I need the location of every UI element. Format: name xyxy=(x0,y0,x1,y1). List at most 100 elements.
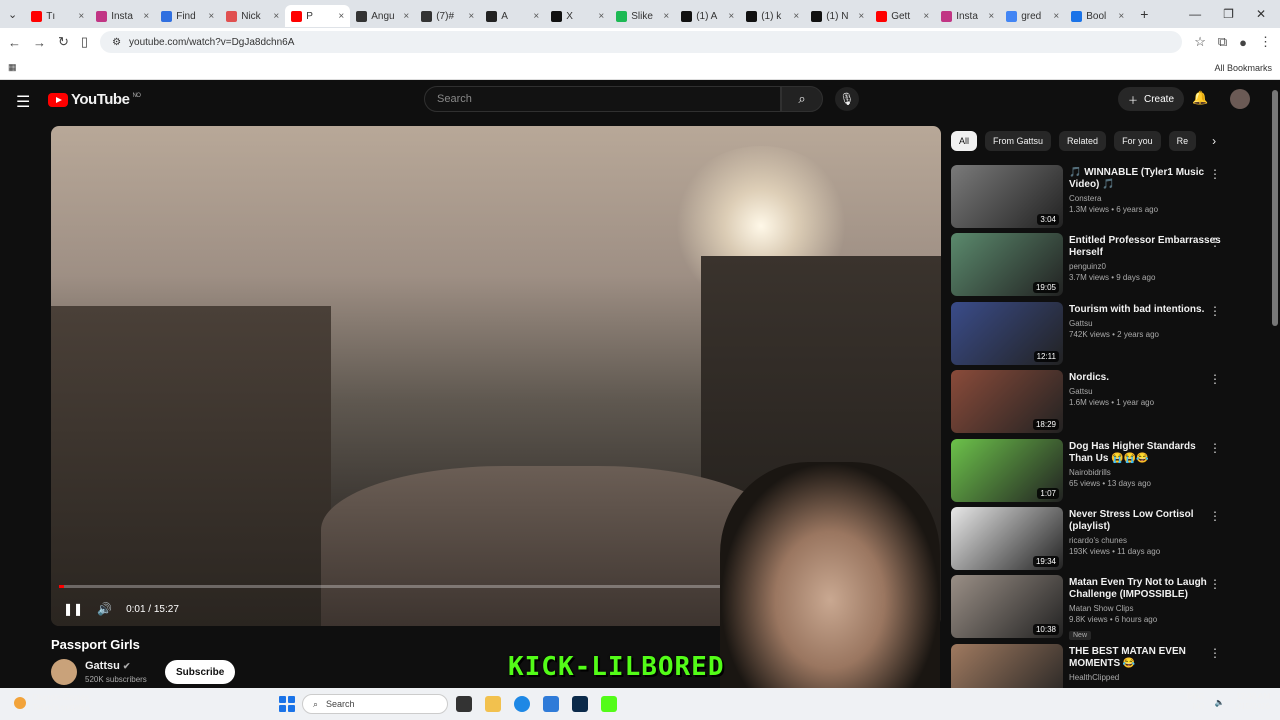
apps-icon[interactable]: ▦ xyxy=(8,62,17,73)
rec-title[interactable]: Dog Has Higher Standards Than Us 😭😭😂 xyxy=(1069,441,1221,465)
tab-search-icon[interactable]: ⌄ xyxy=(0,8,25,21)
tab-close-icon[interactable]: × xyxy=(793,11,799,22)
video-thumbnail[interactable]: 12:11 xyxy=(951,301,1063,365)
more-options-icon[interactable]: ⋮ xyxy=(1209,235,1221,249)
tab-close-icon[interactable]: × xyxy=(598,11,604,22)
recommendation-item[interactable]: 19:34 Never Stress Low Cortisol (playlist… xyxy=(951,506,1221,575)
tab-close-icon[interactable]: × xyxy=(208,11,214,22)
close-icon[interactable]: ✕ xyxy=(1256,7,1266,21)
rec-channel[interactable]: Nairobidrills xyxy=(1069,468,1221,477)
channel-avatar[interactable] xyxy=(51,659,77,685)
video-thumbnail[interactable]: 18:29 xyxy=(951,370,1063,434)
store-icon[interactable] xyxy=(543,696,559,712)
browser-tab[interactable]: X × xyxy=(545,5,610,27)
chips-next-icon[interactable]: › xyxy=(1212,134,1216,148)
recommendation-item[interactable]: 12:11 Tourism with bad intentions. Gattsu 7… xyxy=(951,301,1221,370)
tab-close-icon[interactable]: × xyxy=(273,11,279,22)
browser-tab[interactable]: Angu × xyxy=(350,5,415,27)
browser-tab[interactable]: (1) k × xyxy=(740,5,805,27)
network-icon[interactable]: ⌔ xyxy=(1170,697,1178,707)
rec-channel[interactable]: Gattsu xyxy=(1069,387,1221,396)
video-thumbnail[interactable]: 1:07 xyxy=(951,438,1063,502)
back-icon[interactable]: ← xyxy=(8,35,21,50)
rec-title[interactable]: Matan Even Try Not to Laugh Challenge (I… xyxy=(1069,577,1221,601)
edge-icon[interactable] xyxy=(514,696,530,712)
more-options-icon[interactable]: ⋮ xyxy=(1209,304,1221,318)
chip-4[interactable]: Re xyxy=(1168,131,1197,151)
tab-close-icon[interactable]: × xyxy=(533,11,539,22)
tab-close-icon[interactable]: × xyxy=(78,11,84,22)
rec-title[interactable]: THE BEST MATAN EVEN MOMENTS 😂 xyxy=(1069,646,1221,670)
clock-time[interactable]: 12:38 AM xyxy=(1234,692,1270,702)
subscribe-button[interactable]: Subscribe xyxy=(165,660,236,684)
search-button[interactable]: ⌕ xyxy=(781,86,823,112)
profile-icon[interactable]: ● xyxy=(1239,35,1247,50)
more-icon[interactable]: ⋮ xyxy=(1259,34,1272,50)
tab-close-icon[interactable]: × xyxy=(338,11,344,22)
pause-icon[interactable]: ❚❚ xyxy=(63,602,83,616)
browser-tab[interactable]: (1) N × xyxy=(805,5,870,27)
browser-tab[interactable]: P × xyxy=(285,5,351,27)
rec-title[interactable]: Nordics. xyxy=(1069,372,1221,384)
rec-title[interactable]: Never Stress Low Cortisol (playlist) xyxy=(1069,509,1221,533)
clock-date[interactable]: 2/15/2026 xyxy=(1234,702,1270,712)
browser-tab[interactable]: Gett × xyxy=(870,5,935,27)
rec-title[interactable]: Entitled Professor Embarrasses Herself xyxy=(1069,235,1221,259)
more-options-icon[interactable]: ⋮ xyxy=(1209,441,1221,455)
tray-chevron-icon[interactable]: ⌃ xyxy=(1153,698,1160,707)
news-widget[interactable]: Olympic Games Today's updates xyxy=(14,693,90,713)
tab-close-icon[interactable]: × xyxy=(1118,11,1124,22)
rec-channel[interactable]: penguinz0 xyxy=(1069,262,1221,271)
recommendation-item[interactable]: 10:38 Matan Even Try Not to Laugh Challen… xyxy=(951,575,1221,643)
browser-tab[interactable]: gred × xyxy=(1000,5,1065,27)
more-options-icon[interactable]: ⋮ xyxy=(1209,167,1221,181)
rec-channel[interactable]: Matan Show Clips xyxy=(1069,604,1221,613)
tab-close-icon[interactable]: × xyxy=(728,11,734,22)
tab-close-icon[interactable]: × xyxy=(663,11,669,22)
chip-2[interactable]: Related xyxy=(1059,131,1107,151)
recommendation-item[interactable]: 1:07 Dog Has Higher Standards Than Us 😭😭😂… xyxy=(951,438,1221,507)
task-view-icon[interactable] xyxy=(456,696,472,712)
rec-channel[interactable]: Gattsu xyxy=(1069,319,1221,328)
chip-1[interactable]: From Gattsu xyxy=(985,131,1052,151)
search-input[interactable]: Search xyxy=(424,86,781,112)
recommendation-item[interactable]: 19:05 Entitled Professor Embarrasses Hers… xyxy=(951,233,1221,301)
language-code[interactable]: ENG xyxy=(1187,692,1204,702)
tab-close-icon[interactable]: × xyxy=(988,11,994,22)
minimize-icon[interactable]: — xyxy=(1189,7,1201,21)
channel-name[interactable]: Gattsu ✔ xyxy=(85,660,130,672)
video-thumbnail[interactable]: 19:34 xyxy=(951,506,1063,570)
rec-channel[interactable]: Constera xyxy=(1069,194,1221,203)
taskbar-search[interactable]: ⌕ Search xyxy=(302,694,448,714)
recommendation-item[interactable]: 18:29 Nordics. Gattsu 1.6M views • 1 year a… xyxy=(951,370,1221,438)
video-thumbnail[interactable]: 3:04 xyxy=(951,165,1063,228)
browser-tab[interactable]: Find × xyxy=(155,5,220,27)
browser-tab[interactable]: Insta × xyxy=(90,5,155,27)
all-bookmarks[interactable]: All Bookmarks xyxy=(1214,63,1272,73)
sidebar-icon[interactable]: ▯ xyxy=(81,34,88,50)
language-region[interactable]: NO xyxy=(1187,702,1204,712)
recommendation-item[interactable]: 3:04 🎵 WINNABLE (Tyler1 Music Video) 🎵 Con… xyxy=(951,165,1221,233)
youtube-logo[interactable]: YouTube NO xyxy=(48,91,141,108)
hamburger-menu-icon[interactable]: ☰ xyxy=(16,92,30,112)
rec-channel[interactable]: HealthClipped xyxy=(1069,673,1221,682)
more-options-icon[interactable]: ⋮ xyxy=(1209,372,1221,386)
more-options-icon[interactable]: ⋮ xyxy=(1209,577,1221,591)
browser-tab[interactable]: Insta × xyxy=(935,5,1000,27)
browser-tab[interactable]: Nick × xyxy=(220,5,285,27)
account-avatar[interactable] xyxy=(1230,89,1250,109)
rec-channel[interactable]: ricardo's chunes xyxy=(1069,536,1221,545)
browser-tab[interactable]: Tı × xyxy=(25,5,90,27)
browser-tab[interactable]: Slike × xyxy=(610,5,675,27)
url-field[interactable]: ⚙ youtube.com/watch?v=DgJa8dchn6A xyxy=(100,31,1183,53)
star-icon[interactable]: ☆ xyxy=(1194,34,1206,50)
scrollbar[interactable] xyxy=(1272,90,1278,326)
site-info-icon[interactable]: ⚙ xyxy=(112,37,121,48)
rec-title[interactable]: 🎵 WINNABLE (Tyler1 Music Video) 🎵 xyxy=(1069,167,1221,191)
tab-close-icon[interactable]: × xyxy=(143,11,149,22)
browser-tab[interactable]: (7)# × xyxy=(415,5,480,27)
voice-search-button[interactable]: 🎙 xyxy=(835,87,859,111)
extensions-icon[interactable]: ⧉ xyxy=(1218,34,1227,50)
notifications-icon[interactable]: 🔔 xyxy=(1192,90,1208,106)
volume-icon[interactable]: 🔊 xyxy=(97,602,112,616)
